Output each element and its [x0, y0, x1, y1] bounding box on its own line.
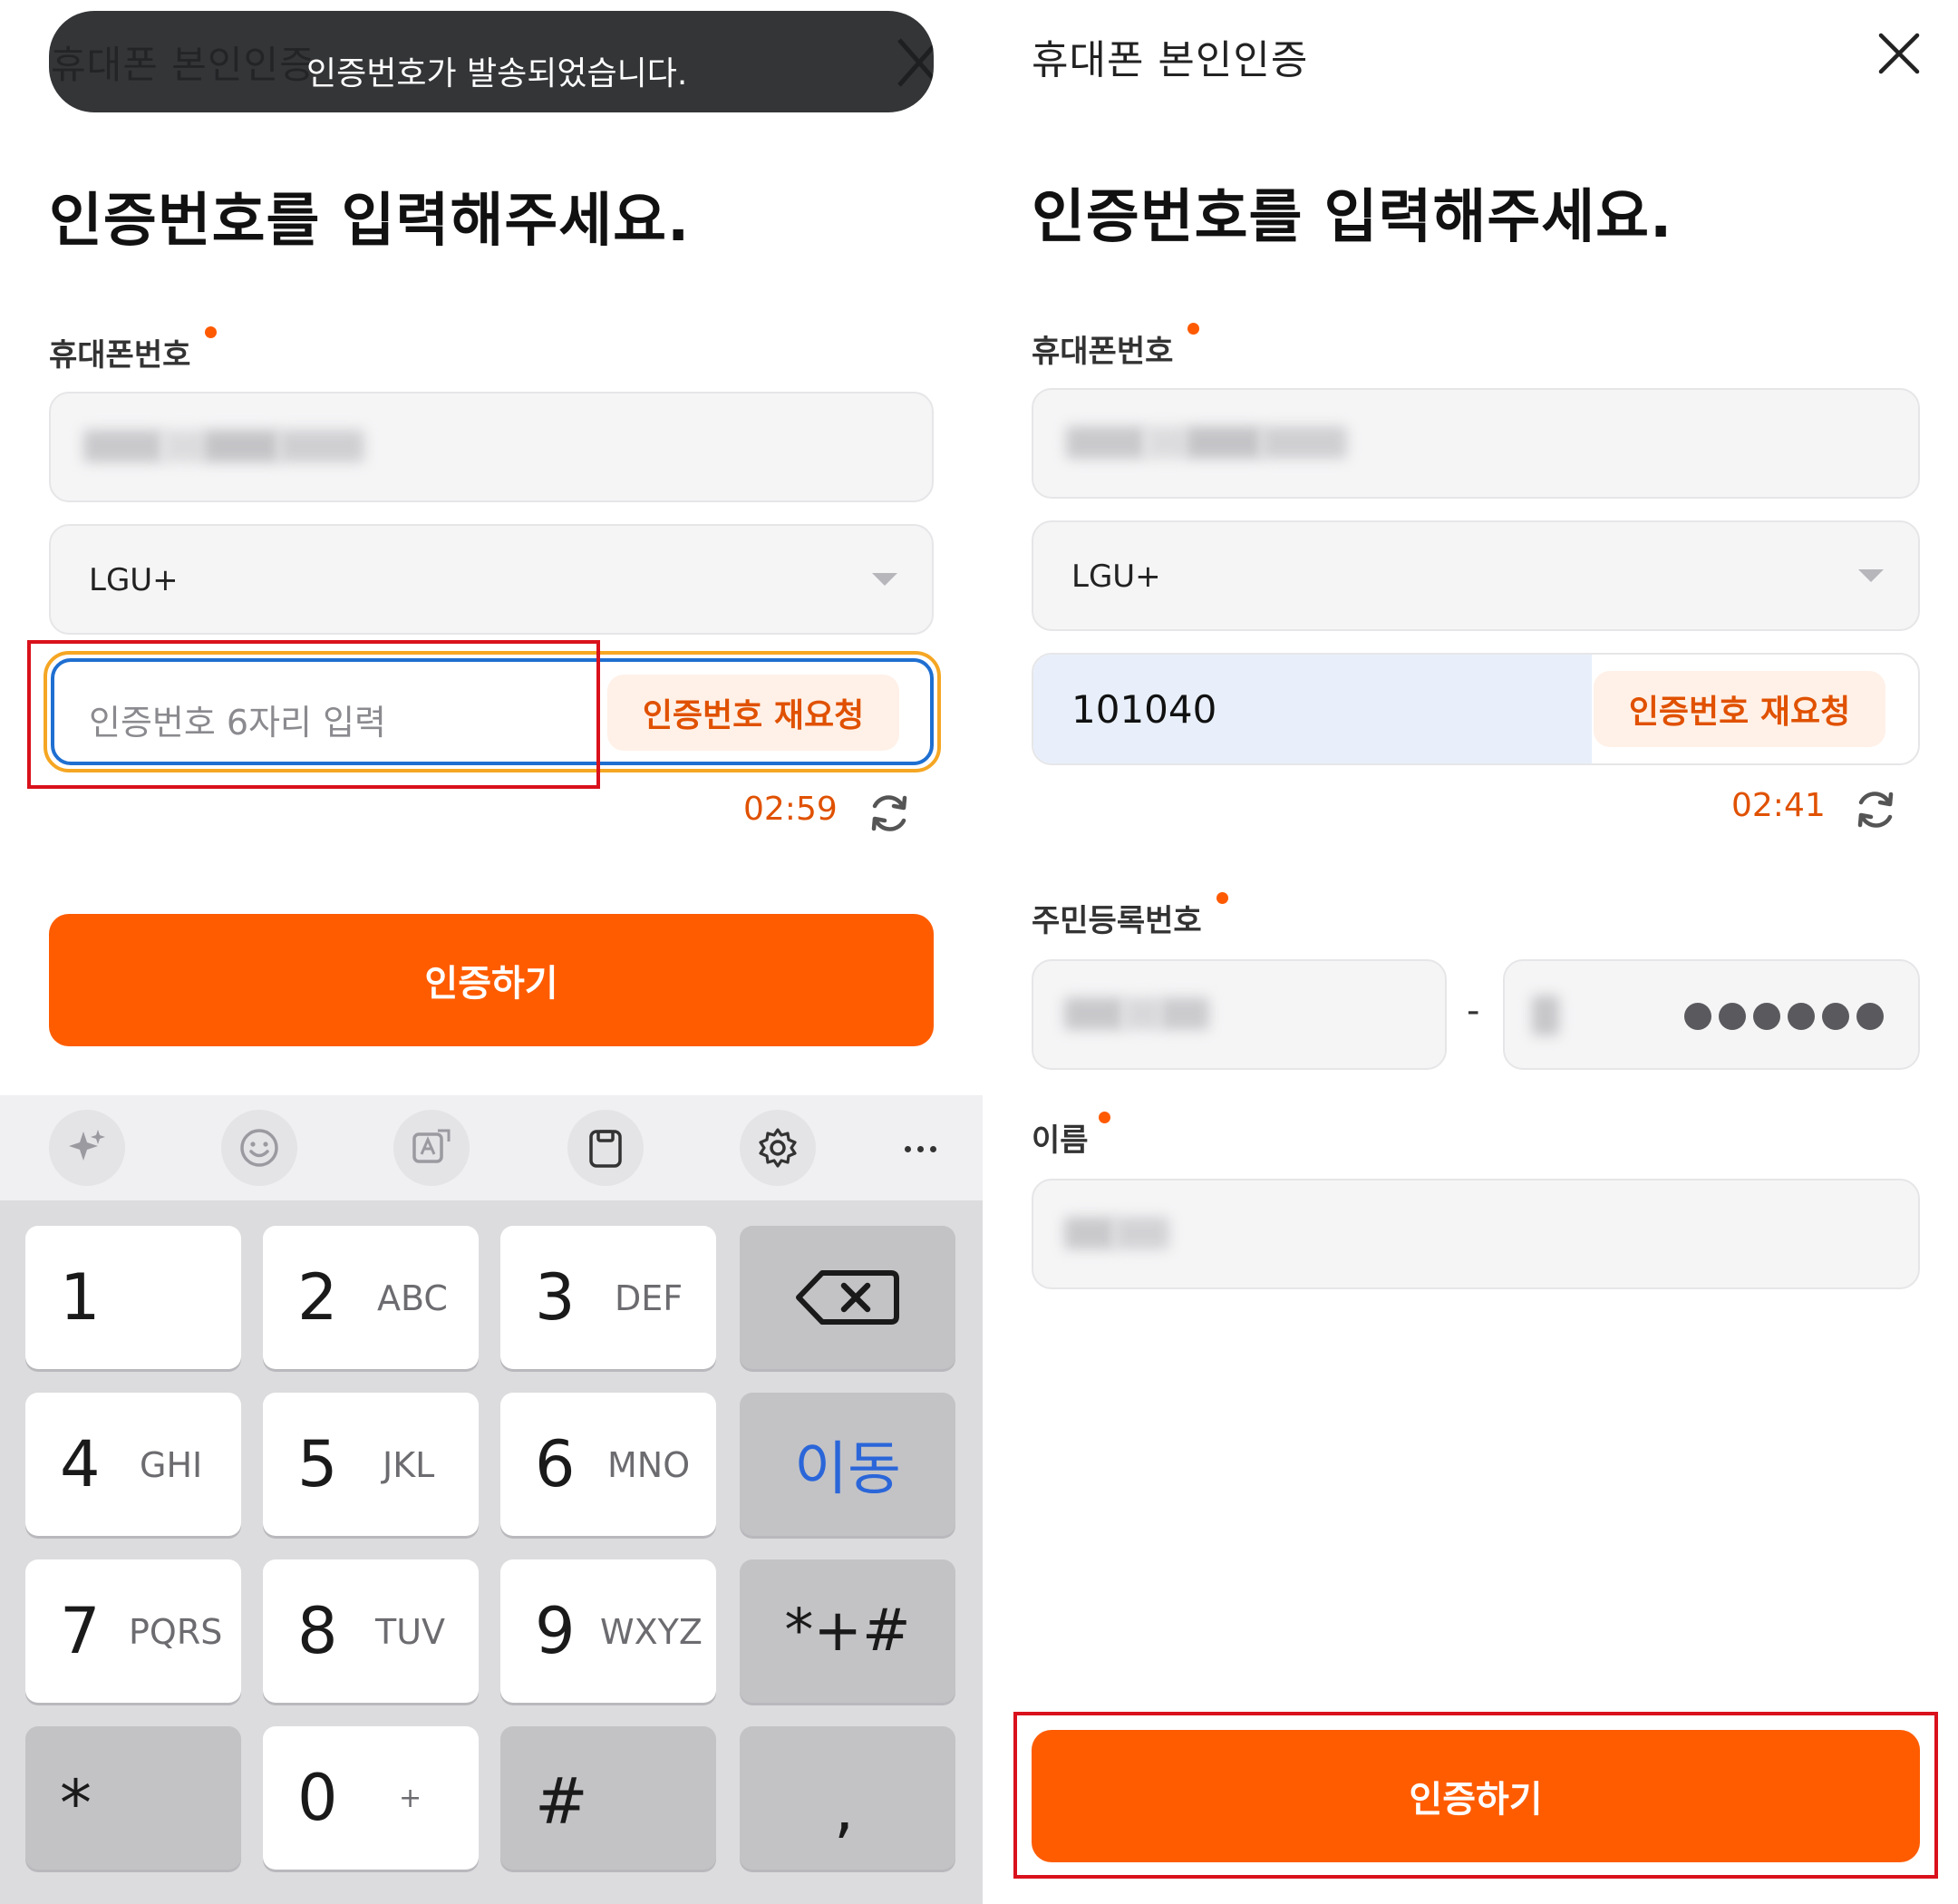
- key-letters: MNO: [607, 1445, 691, 1485]
- key-digit: 6: [535, 1427, 576, 1501]
- key-3[interactable]: 3 DEF: [500, 1226, 716, 1369]
- countdown-timer: 02:41: [1731, 787, 1826, 824]
- hash-label: #: [535, 1764, 588, 1839]
- close-icon: [897, 38, 934, 87]
- clipboard-icon[interactable]: [567, 1110, 644, 1186]
- carrier-select[interactable]: LGU+: [1032, 520, 1920, 631]
- resend-code-button[interactable]: 인증번호 재요청: [607, 675, 899, 751]
- keyboard-toolbar: [0, 1095, 983, 1200]
- required-dot: [1216, 892, 1228, 904]
- key-digit: 3: [535, 1260, 576, 1335]
- key-1[interactable]: 1: [25, 1226, 241, 1369]
- translate-icon[interactable]: [393, 1110, 470, 1186]
- highlight-frame: [27, 640, 600, 789]
- required-dot: [1099, 1112, 1110, 1123]
- page-heading: 인증번호를 입력해주세요.: [1032, 184, 1673, 251]
- phone-input[interactable]: [49, 392, 934, 502]
- rrn-back-input[interactable]: [1503, 959, 1920, 1070]
- key-6[interactable]: 6 MNO: [500, 1393, 716, 1536]
- key-letters: TUV: [375, 1612, 446, 1652]
- key-letters: GHI: [140, 1445, 203, 1485]
- carrier-value: LGU+: [1071, 559, 1161, 595]
- key-letters: ABC: [377, 1278, 448, 1318]
- key-digit: 5: [297, 1427, 338, 1501]
- rrn-front-input[interactable]: [1032, 959, 1447, 1070]
- code-input-value: 101040: [1071, 687, 1217, 732]
- toast-ghost-title: 휴대폰 본인인증: [51, 43, 315, 87]
- numeric-keyboard: 1 2 ABC 3 DEF 4 GHI 5 JKL 6 MNO 이동 7 PQR…: [0, 1200, 983, 1904]
- key-0[interactable]: 0 +: [263, 1726, 479, 1870]
- rrn-dash: -: [1467, 990, 1480, 1032]
- key-letters: WXYZ: [600, 1612, 703, 1652]
- countdown-timer: 02:59: [743, 791, 838, 828]
- emoji-icon[interactable]: [221, 1110, 297, 1186]
- symbols-label: *+#: [784, 1598, 911, 1665]
- refresh-icon[interactable]: [867, 791, 912, 836]
- gear-icon[interactable]: [740, 1110, 816, 1186]
- chevron-down-icon: [872, 573, 897, 586]
- move-label: 이동: [794, 1436, 901, 1503]
- page-heading: 인증번호를 입력해주세요.: [49, 188, 691, 255]
- key-letters: JKL: [383, 1445, 435, 1485]
- name-label: 이름: [1032, 1122, 1089, 1159]
- required-dot: [205, 326, 217, 338]
- key-letters: PQRS: [129, 1612, 223, 1652]
- sparkle-icon[interactable]: [49, 1110, 125, 1186]
- key-7[interactable]: 7 PQRS: [25, 1559, 241, 1703]
- close-icon[interactable]: [1876, 31, 1922, 76]
- resend-code-button[interactable]: 인증번호 재요청: [1594, 671, 1885, 747]
- rrn-label: 주민등록번호: [1032, 903, 1202, 939]
- toast-message: 인증번호가 발송되었습니다.: [306, 55, 688, 92]
- move-key[interactable]: 이동: [740, 1393, 955, 1536]
- backspace-key[interactable]: [740, 1226, 955, 1369]
- phone-input[interactable]: [1032, 388, 1920, 499]
- verify-button[interactable]: 인증하기: [1032, 1730, 1920, 1862]
- key-digit: 4: [60, 1427, 101, 1501]
- comma-label: ,: [834, 1772, 855, 1846]
- more-icon[interactable]: [897, 1126, 943, 1171]
- key-digit: 8: [297, 1594, 338, 1668]
- carrier-select[interactable]: LGU+: [49, 524, 934, 635]
- key-letters: +: [399, 1783, 422, 1814]
- phone-label: 휴대폰번호: [49, 337, 191, 374]
- carrier-value: LGU+: [89, 562, 179, 598]
- key-letters: DEF: [615, 1278, 683, 1318]
- key-digit: 1: [60, 1260, 101, 1335]
- star-key[interactable]: *: [25, 1726, 241, 1870]
- key-digit: 7: [60, 1594, 101, 1668]
- masked-digits: [1684, 1003, 1884, 1030]
- key-2[interactable]: 2 ABC: [263, 1226, 479, 1369]
- backspace-icon: [796, 1270, 899, 1325]
- chevron-down-icon: [1858, 569, 1884, 582]
- key-8[interactable]: 8 TUV: [263, 1559, 479, 1703]
- refresh-icon[interactable]: [1853, 787, 1898, 832]
- key-5[interactable]: 5 JKL: [263, 1393, 479, 1536]
- key-digit: 0: [297, 1761, 338, 1835]
- required-dot: [1187, 323, 1199, 335]
- symbols-key[interactable]: *+#: [740, 1559, 955, 1703]
- toast-notification: 휴대폰 본인인증 인증번호가 발송되었습니다.: [49, 11, 934, 112]
- verify-button[interactable]: 인증하기: [49, 914, 934, 1046]
- phone-label: 휴대폰번호: [1032, 334, 1174, 370]
- key-digit: 2: [297, 1260, 338, 1335]
- key-9[interactable]: 9 WXYZ: [500, 1559, 716, 1703]
- star-label: *: [60, 1766, 92, 1841]
- page-title: 휴대폰 본인인증: [1032, 37, 1309, 83]
- key-4[interactable]: 4 GHI: [25, 1393, 241, 1536]
- comma-key[interactable]: ,: [740, 1726, 955, 1870]
- name-input[interactable]: [1032, 1179, 1920, 1289]
- hash-key[interactable]: #: [500, 1726, 716, 1870]
- key-digit: 9: [535, 1594, 576, 1668]
